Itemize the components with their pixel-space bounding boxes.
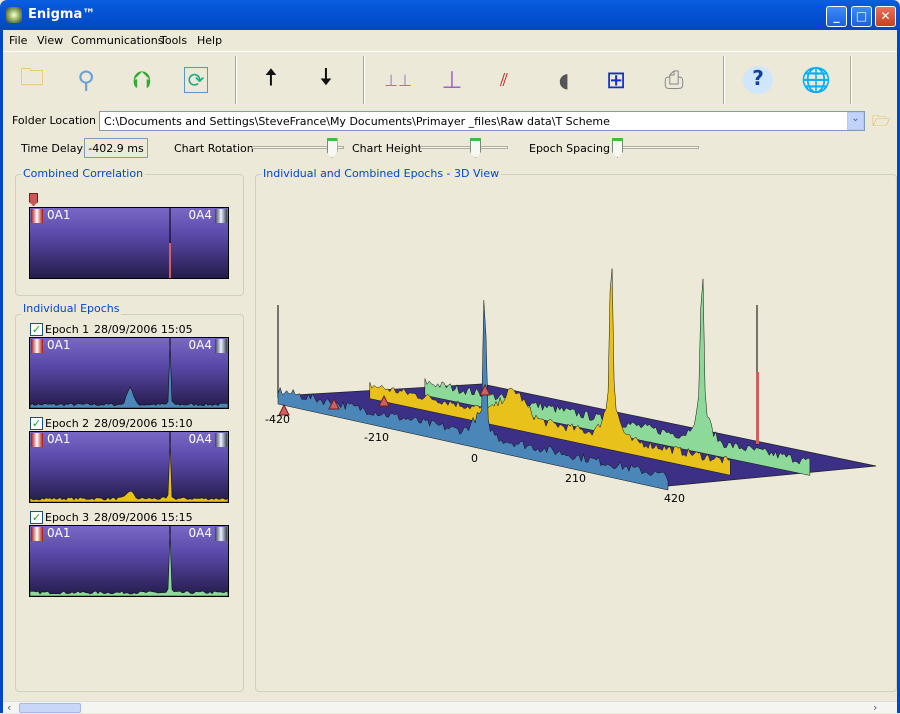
axis-tick: -420	[265, 413, 290, 426]
axis-tick: -210	[364, 431, 389, 444]
combined-spike-fill	[756, 372, 759, 444]
horizontal-scrollbar[interactable]: ‹ ›	[3, 701, 897, 714]
scroll-right-button[interactable]: ›	[873, 701, 877, 714]
axis-tick: 210	[565, 472, 586, 485]
axis-tick: 420	[664, 492, 685, 505]
3d-epochs-chart	[277, 268, 877, 491]
scroll-left-button[interactable]: ‹	[7, 701, 11, 714]
axis-tick: 0	[471, 452, 478, 465]
scrollbar-thumb[interactable]	[19, 703, 81, 713]
